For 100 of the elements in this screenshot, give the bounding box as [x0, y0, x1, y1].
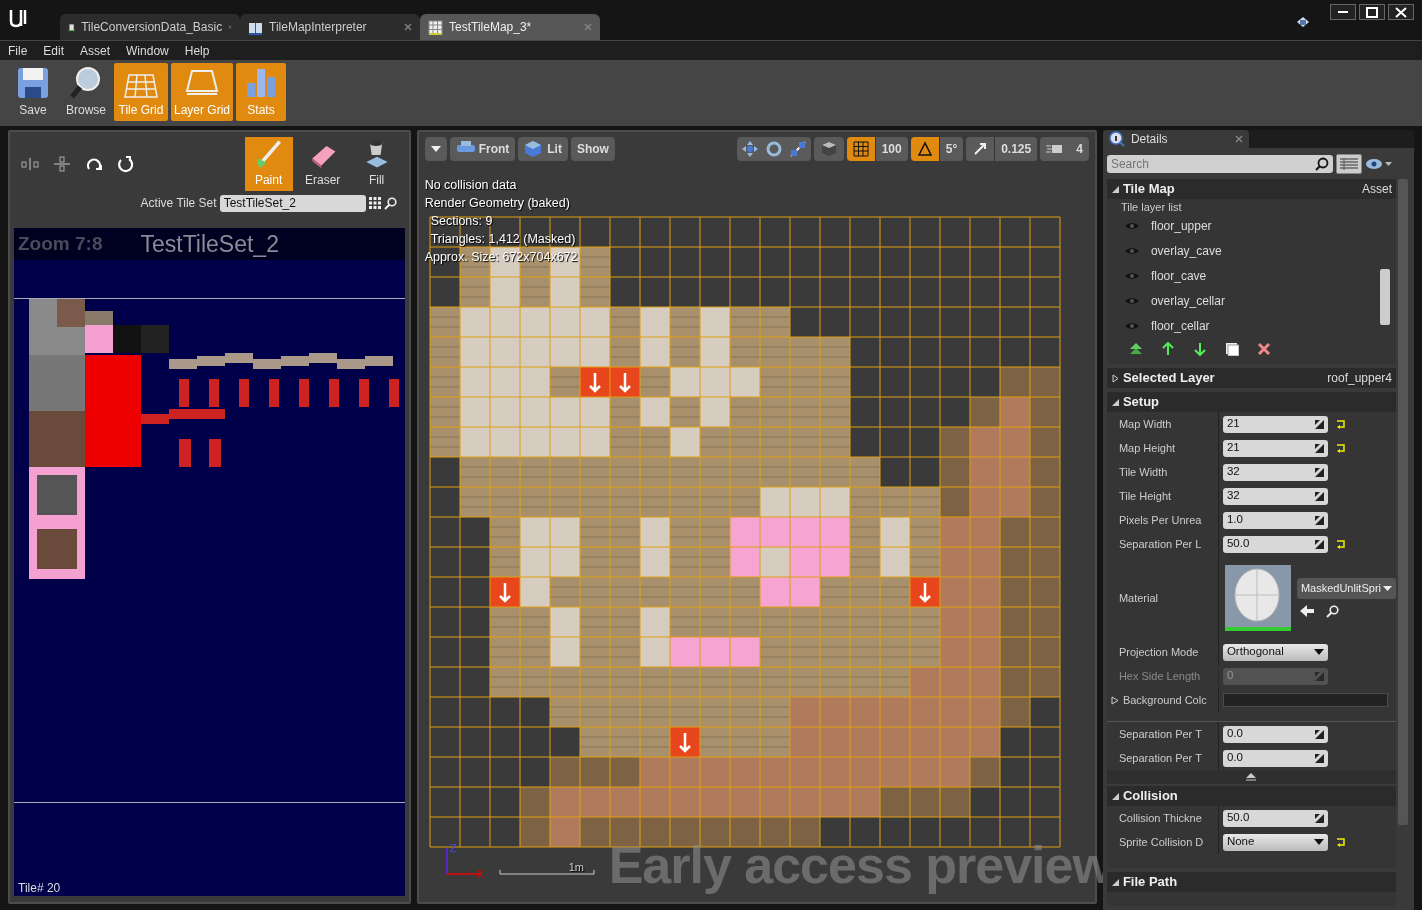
- eye-icon[interactable]: [1124, 296, 1139, 305]
- search-icon[interactable]: [1325, 604, 1339, 618]
- view-button[interactable]: Show: [570, 137, 615, 161]
- menu-item[interactable]: Asset: [72, 41, 119, 60]
- document-tab[interactable]: TestTileMap_3*: [420, 14, 600, 40]
- number-field[interactable]: 32: [1222, 463, 1328, 481]
- view-options-button[interactable]: [1335, 154, 1362, 174]
- layer-name[interactable]: overlay_cave: [1150, 241, 1222, 260]
- property-label: Projection Mode: [1118, 644, 1199, 660]
- collapse-arrow-icon[interactable]: [1110, 184, 1120, 194]
- section-title[interactable]: Collision: [1122, 786, 1178, 806]
- close-icon[interactable]: [404, 23, 412, 31]
- document-tab[interactable]: TileConversionData_Basic: [60, 14, 240, 40]
- snap-value[interactable]: 5°: [938, 137, 964, 161]
- menu-item[interactable]: Edit: [35, 41, 73, 60]
- dropdown-field[interactable]: Orthogonal: [1222, 643, 1328, 661]
- toolbar-button[interactable]: Browse: [61, 63, 111, 121]
- layer-name[interactable]: overlay_cellar: [1150, 291, 1225, 310]
- down-arrow-icon[interactable]: [1192, 342, 1207, 356]
- camera-speed-button[interactable]: 4: [1040, 137, 1089, 161]
- layer-name[interactable]: floor_upper: [1150, 216, 1212, 235]
- reset-arrow-icon[interactable]: [1335, 539, 1346, 549]
- eye-icon[interactable]: [1124, 221, 1139, 230]
- maximize-button[interactable]: [1359, 4, 1385, 20]
- list-scroll-thumb[interactable]: [1380, 269, 1390, 325]
- number-field[interactable]: 0.0: [1222, 725, 1328, 743]
- section-value: Asset: [1362, 181, 1392, 198]
- material-dropdown[interactable]: MaskedUnlitSpri: [1296, 578, 1396, 599]
- up-arrow-icon[interactable]: [1160, 342, 1175, 356]
- spin-arrow-icon: [1314, 419, 1324, 429]
- search-field[interactable]: Search: [1106, 155, 1333, 173]
- collapse-arrow-icon[interactable]: [1110, 397, 1120, 407]
- reset-arrow-icon[interactable]: [1335, 419, 1346, 429]
- caret-icon: [1383, 586, 1392, 591]
- collapse-arrow-icon[interactable]: [1110, 791, 1120, 801]
- search-icon: [1314, 157, 1329, 171]
- layer-name[interactable]: floor_cave: [1150, 266, 1207, 285]
- snap-toggle[interactable]: [910, 137, 939, 161]
- section-title[interactable]: Tile Map: [1122, 179, 1175, 199]
- document-tab[interactable]: TileMapInterpreter: [240, 14, 420, 40]
- collapse-arrow-icon[interactable]: [1245, 773, 1258, 781]
- reset-arrow-icon[interactable]: [1335, 443, 1346, 453]
- reset-arrow-icon[interactable]: [1335, 837, 1346, 847]
- cube-icon: [819, 140, 838, 158]
- snap-value[interactable]: 0.125: [994, 137, 1038, 161]
- expand-arrow-icon[interactable]: [1110, 695, 1119, 705]
- number-field[interactable]: 32: [1222, 487, 1328, 505]
- expand-arrow-icon[interactable]: [1110, 373, 1120, 383]
- collapse-arrow-icon[interactable]: [1110, 877, 1120, 887]
- number-field[interactable]: 21: [1222, 415, 1328, 433]
- number-field[interactable]: 50.0: [1222, 809, 1328, 827]
- menu-item[interactable]: Window: [118, 41, 177, 60]
- color-swatch[interactable]: [1222, 693, 1388, 707]
- eye-icon[interactable]: [1124, 271, 1139, 280]
- spin-arrow-icon: [1314, 539, 1324, 549]
- stats-text: Render Geometry (baked): [424, 195, 570, 212]
- tile-set-field[interactable]: TestTileSet_2: [219, 194, 366, 212]
- dropdown-field[interactable]: None: [1222, 833, 1328, 851]
- number-field[interactable]: 0.0: [1222, 749, 1328, 767]
- grid-icon[interactable]: [368, 197, 381, 209]
- add-layer-icon[interactable]: [1128, 342, 1143, 356]
- panel-title: Details: [1130, 131, 1168, 148]
- copy-icon[interactable]: [1224, 342, 1239, 356]
- move-icon[interactable]: [740, 140, 759, 158]
- tool-button[interactable]: Fill: [352, 137, 401, 191]
- minimize-button[interactable]: [1330, 4, 1356, 20]
- menu-item[interactable]: Help: [176, 41, 218, 60]
- close-button[interactable]: [1388, 4, 1414, 20]
- layer-name[interactable]: floor_cellar: [1150, 316, 1210, 335]
- menu-item[interactable]: File: [0, 41, 36, 60]
- view-button[interactable]: Lit: [518, 137, 568, 161]
- section-title[interactable]: Selected Layer: [1122, 368, 1215, 388]
- section-title[interactable]: File Path: [1122, 872, 1178, 892]
- mirror-icon[interactable]: [18, 155, 42, 173]
- property-label: Separation Per T: [1118, 726, 1202, 742]
- toolbar-button[interactable]: Save: [8, 63, 58, 121]
- property-label: Pixels Per Unrea: [1118, 512, 1202, 528]
- spin-arrow-icon: [1314, 443, 1324, 453]
- eye-icon[interactable]: [1124, 246, 1139, 255]
- back-arrow-icon[interactable]: [1299, 604, 1314, 617]
- surface-button[interactable]: [813, 137, 844, 161]
- number-field[interactable]: 1.0: [1222, 511, 1328, 529]
- close-icon[interactable]: [1234, 135, 1243, 143]
- search-icon[interactable]: [383, 196, 397, 210]
- view-button[interactable]: Front: [449, 137, 516, 161]
- snap-toggle[interactable]: [846, 137, 875, 161]
- scale-icon[interactable]: [788, 140, 807, 158]
- eye-icon[interactable]: [1124, 321, 1139, 330]
- eye-icon[interactable]: [1364, 158, 1393, 170]
- tool-button[interactable]: Eraser: [298, 137, 347, 191]
- number-field[interactable]: 21: [1222, 439, 1328, 457]
- stats-text: Sections: 9: [430, 213, 493, 230]
- dropdown-button[interactable]: [424, 137, 447, 161]
- material-thumbnail: [1224, 565, 1291, 631]
- section-title[interactable]: Setup: [1122, 392, 1160, 412]
- delete-icon[interactable]: [1256, 342, 1271, 356]
- scroll-bar[interactable]: [1398, 179, 1408, 825]
- snap-value[interactable]: 100: [874, 137, 908, 161]
- number-field[interactable]: 50.0: [1222, 535, 1328, 553]
- spin-arrow-icon: [1314, 491, 1324, 501]
